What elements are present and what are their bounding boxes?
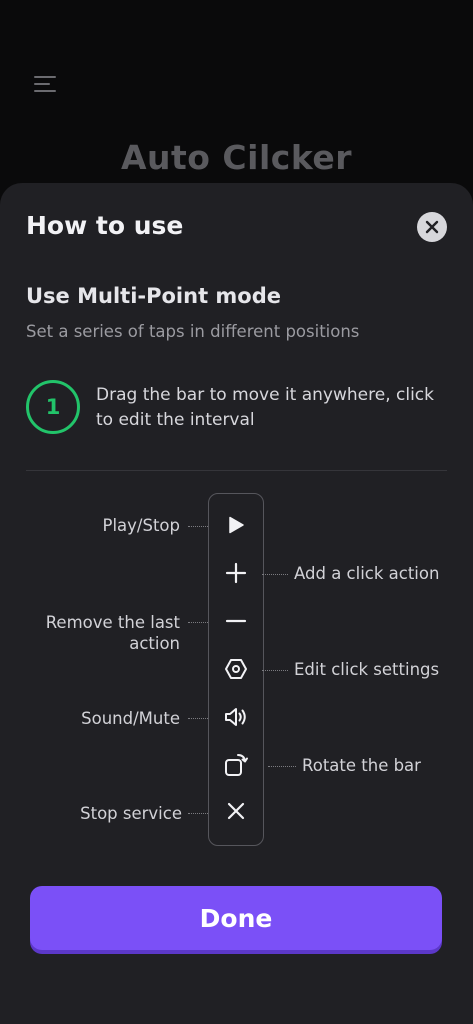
divider (26, 470, 447, 471)
label-play-stop: Play/Stop (102, 516, 180, 535)
app-title: Auto Cilcker (120, 138, 353, 177)
close-x-icon (209, 796, 262, 826)
label-add-click: Add a click action (294, 564, 440, 583)
done-button[interactable]: Done (30, 886, 442, 950)
minus-icon (209, 606, 262, 636)
connector-add-click (262, 574, 288, 575)
plus-icon (209, 558, 262, 588)
connector-edit-settings (262, 670, 288, 671)
label-remove-last-line2: action (129, 634, 180, 653)
label-rotate-bar: Rotate the bar (302, 756, 421, 775)
close-icon (425, 220, 439, 234)
step-number-badge: 1 (26, 380, 80, 434)
label-stop-service: Stop service (80, 804, 182, 823)
connector-rotate-bar (268, 766, 296, 767)
mode-title: Use Multi-Point mode (26, 284, 282, 308)
how-to-use-sheet: How to use Use Multi-Point mode Set a se… (0, 183, 473, 1024)
step-instruction: Drag the bar to move it anywhere, click … (96, 385, 434, 430)
play-icon (209, 510, 262, 540)
volume-icon (209, 702, 262, 732)
settings-hexagon-icon (209, 654, 262, 684)
connector-play-stop (188, 526, 208, 527)
sheet-title: How to use (26, 211, 184, 240)
menu-icon[interactable] (34, 74, 58, 94)
connector-stop-service (188, 813, 208, 814)
label-edit-settings: Edit click settings (294, 660, 440, 679)
rotate-icon (209, 750, 262, 780)
label-sound-mute: Sound/Mute (81, 709, 180, 728)
close-button[interactable] (417, 212, 447, 242)
mode-subtitle: Set a series of taps in different positi… (26, 322, 360, 341)
floating-toolbar-illustration (208, 493, 264, 846)
label-remove-last-line1: Remove the last (45, 613, 180, 632)
connector-remove-last (188, 622, 208, 623)
connector-sound-mute (188, 718, 208, 719)
